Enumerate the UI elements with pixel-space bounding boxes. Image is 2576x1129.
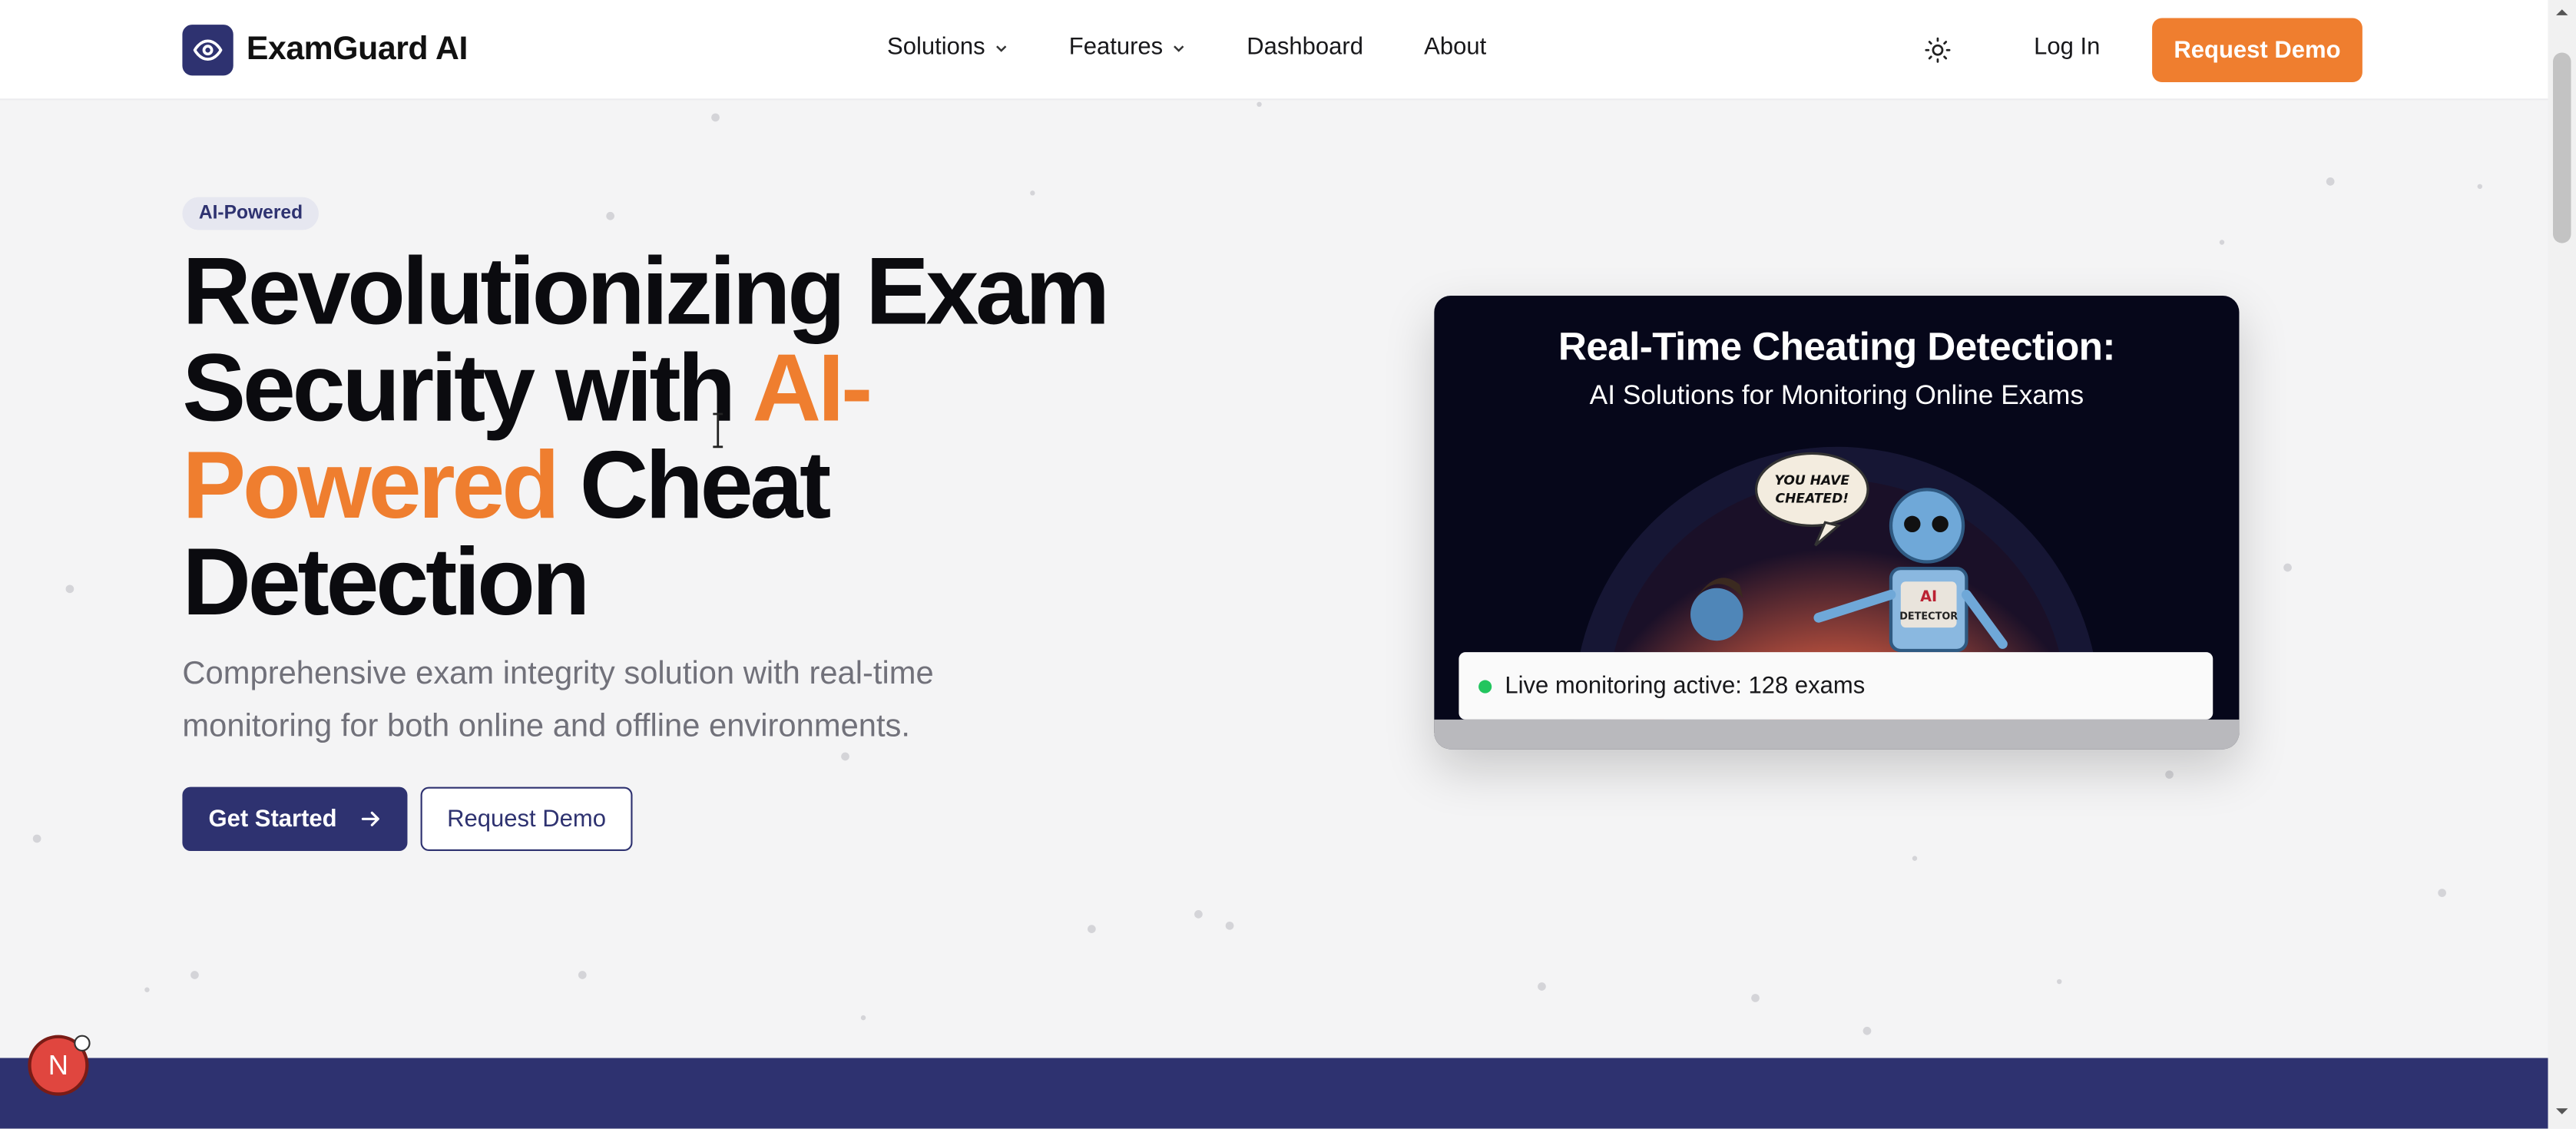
get-started-button[interactable]: Get Started: [182, 786, 408, 852]
card-title: Real-Time Cheating Detection:: [1558, 325, 2116, 370]
bg-dot: [860, 1015, 866, 1021]
bg-dot: [190, 971, 199, 979]
chevron-down-icon: [995, 45, 1006, 51]
nav-item-features[interactable]: Features: [1069, 35, 1186, 61]
button-label: Get Started: [208, 806, 337, 833]
nav-item-label: Dashboard: [1247, 34, 1364, 61]
bg-dot: [1912, 856, 1918, 861]
bg-dot: [144, 987, 150, 992]
bg-dot: [1225, 921, 1234, 930]
card-subtitle: AI Solutions for Monitoring Online Exams: [1589, 381, 2084, 411]
chevron-down-icon: [1173, 45, 1184, 51]
bg-dot: [2477, 184, 2483, 189]
sun-icon[interactable]: [1924, 36, 1952, 64]
eye-icon: [182, 25, 233, 76]
bg-dot: [65, 584, 74, 594]
bg-dot: [578, 971, 587, 979]
card-footer-strip: [1434, 719, 2240, 750]
bg-dot: [2165, 770, 2174, 779]
arrow-right-icon: [361, 811, 380, 826]
ai-powered-badge: AI-Powered: [182, 197, 320, 230]
nav-item-solutions[interactable]: Solutions: [887, 35, 1008, 61]
notification-dot-icon: [74, 1035, 91, 1051]
hero-subtext: Comprehensive exam integrity solution wi…: [182, 655, 934, 744]
bg-dot: [841, 752, 849, 761]
bg-dot: [1862, 1026, 1872, 1035]
nav-item-label: Features: [1068, 34, 1164, 61]
page-scrollbar[interactable]: [2548, 0, 2576, 1129]
svg-text:YOU HAVE: YOU HAVE: [1775, 473, 1850, 488]
live-monitoring-status: Live monitoring active: 128 exams: [1459, 652, 2213, 720]
bg-dot: [2438, 889, 2446, 897]
bg-dot: [711, 113, 720, 122]
brand-name: ExamGuard AI: [246, 31, 469, 68]
live-status-text: Live monitoring active: 128 exams: [1505, 672, 1866, 700]
svg-text:DETECTOR: DETECTOR: [1899, 611, 1958, 622]
hero-headline: Revolutionizing Exam Security with AI-Po…: [182, 243, 1200, 631]
bg-dot: [1751, 994, 1760, 1002]
hero-illustration-card: Real-Time Cheating Detection: AI Solutio…: [1434, 296, 2240, 750]
scroll-down-arrow-icon[interactable]: [2554, 1104, 2569, 1118]
text-cursor-icon: [713, 412, 723, 449]
request-demo-button[interactable]: Request Demo: [2152, 18, 2362, 82]
status-dot-icon: [1478, 679, 1492, 693]
bg-dot: [1088, 925, 1096, 933]
bg-dot: [2283, 563, 2292, 572]
bg-dot: [1538, 982, 1546, 991]
login-link[interactable]: Log In: [2034, 35, 2100, 61]
main-nav: Solutions Features Dashboard About: [887, 35, 1547, 61]
site-header: ExamGuard AI Solutions Features Dashboar…: [0, 0, 2548, 101]
bg-dot: [2326, 177, 2335, 186]
scroll-up-arrow-icon[interactable]: [2554, 5, 2569, 19]
nav-item-about[interactable]: About: [1424, 35, 1486, 61]
page: ExamGuard AI Solutions Features Dashboar…: [0, 0, 2576, 1129]
bg-dot: [32, 834, 41, 843]
bg-dot: [606, 211, 614, 220]
nav-item-label: About: [1424, 34, 1487, 61]
bg-dot: [1030, 190, 1035, 196]
scrollbar-thumb[interactable]: [2553, 52, 2571, 243]
bg-dot: [1257, 101, 1262, 108]
nav-item-label: Solutions: [887, 34, 985, 61]
bg-dot: [1194, 910, 1203, 919]
svg-text:AI: AI: [1920, 588, 1937, 605]
nav-item-dashboard[interactable]: Dashboard: [1247, 35, 1363, 61]
headline-text: Revolutionizing Exam Security with: [182, 238, 1110, 442]
svg-text:CHEATED!: CHEATED!: [1776, 492, 1849, 507]
bg-dot: [2219, 240, 2225, 245]
bg-dot: [2057, 978, 2062, 985]
next-section-band: [0, 1058, 2548, 1129]
brand-logo[interactable]: ExamGuard AI: [182, 25, 469, 76]
request-demo-secondary-button[interactable]: Request Demo: [420, 786, 633, 852]
